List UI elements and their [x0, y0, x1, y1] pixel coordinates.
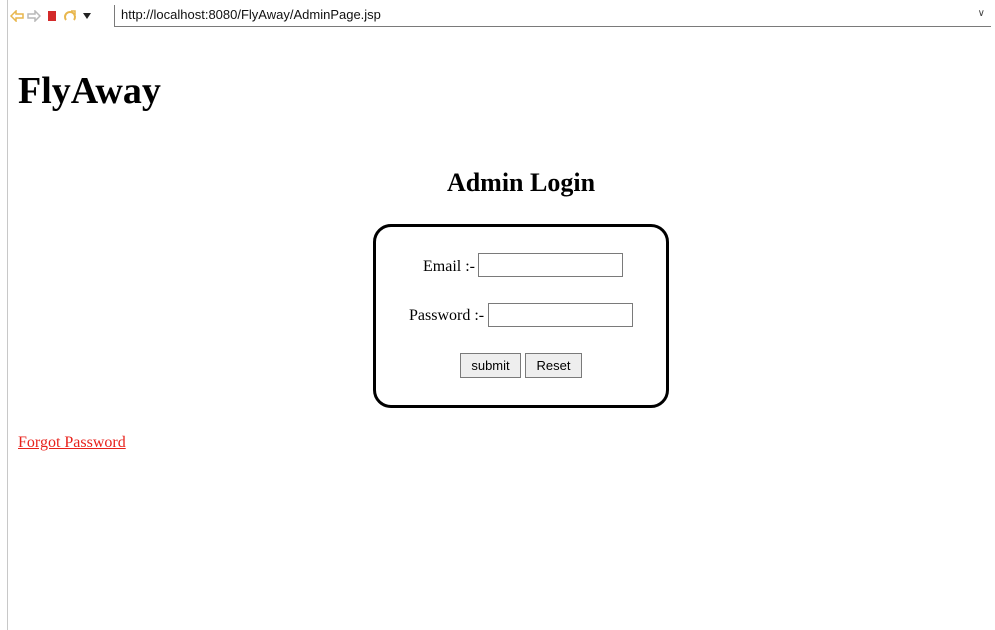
browser-toolbar: http://localhost:8080/FlyAway/AdminPage.…: [8, 0, 995, 30]
stop-icon[interactable]: [45, 9, 59, 23]
refresh-icon[interactable]: [63, 9, 77, 23]
address-bar-url[interactable]: http://localhost:8080/FlyAway/AdminPage.…: [121, 7, 381, 22]
login-form: Email :- Password :- submit Reset: [373, 224, 669, 408]
address-bar[interactable]: http://localhost:8080/FlyAway/AdminPage.…: [114, 5, 991, 27]
dropdown-arrow-icon[interactable]: [80, 9, 94, 23]
forgot-password-link[interactable]: Forgot Password: [18, 434, 126, 452]
reset-button[interactable]: Reset: [525, 353, 582, 378]
window-left-border: [7, 0, 8, 630]
forward-arrow-icon[interactable]: [27, 9, 41, 23]
password-label: Password :-: [409, 307, 485, 324]
site-title: FlyAway: [18, 70, 161, 112]
password-field[interactable]: [488, 303, 633, 327]
back-arrow-icon[interactable]: [10, 9, 24, 23]
submit-button[interactable]: submit: [460, 353, 521, 378]
chevron-down-icon[interactable]: ∨: [978, 8, 985, 19]
login-heading: Admin Login: [446, 168, 596, 197]
email-field[interactable]: [478, 253, 623, 277]
email-label: Email :-: [423, 258, 475, 275]
